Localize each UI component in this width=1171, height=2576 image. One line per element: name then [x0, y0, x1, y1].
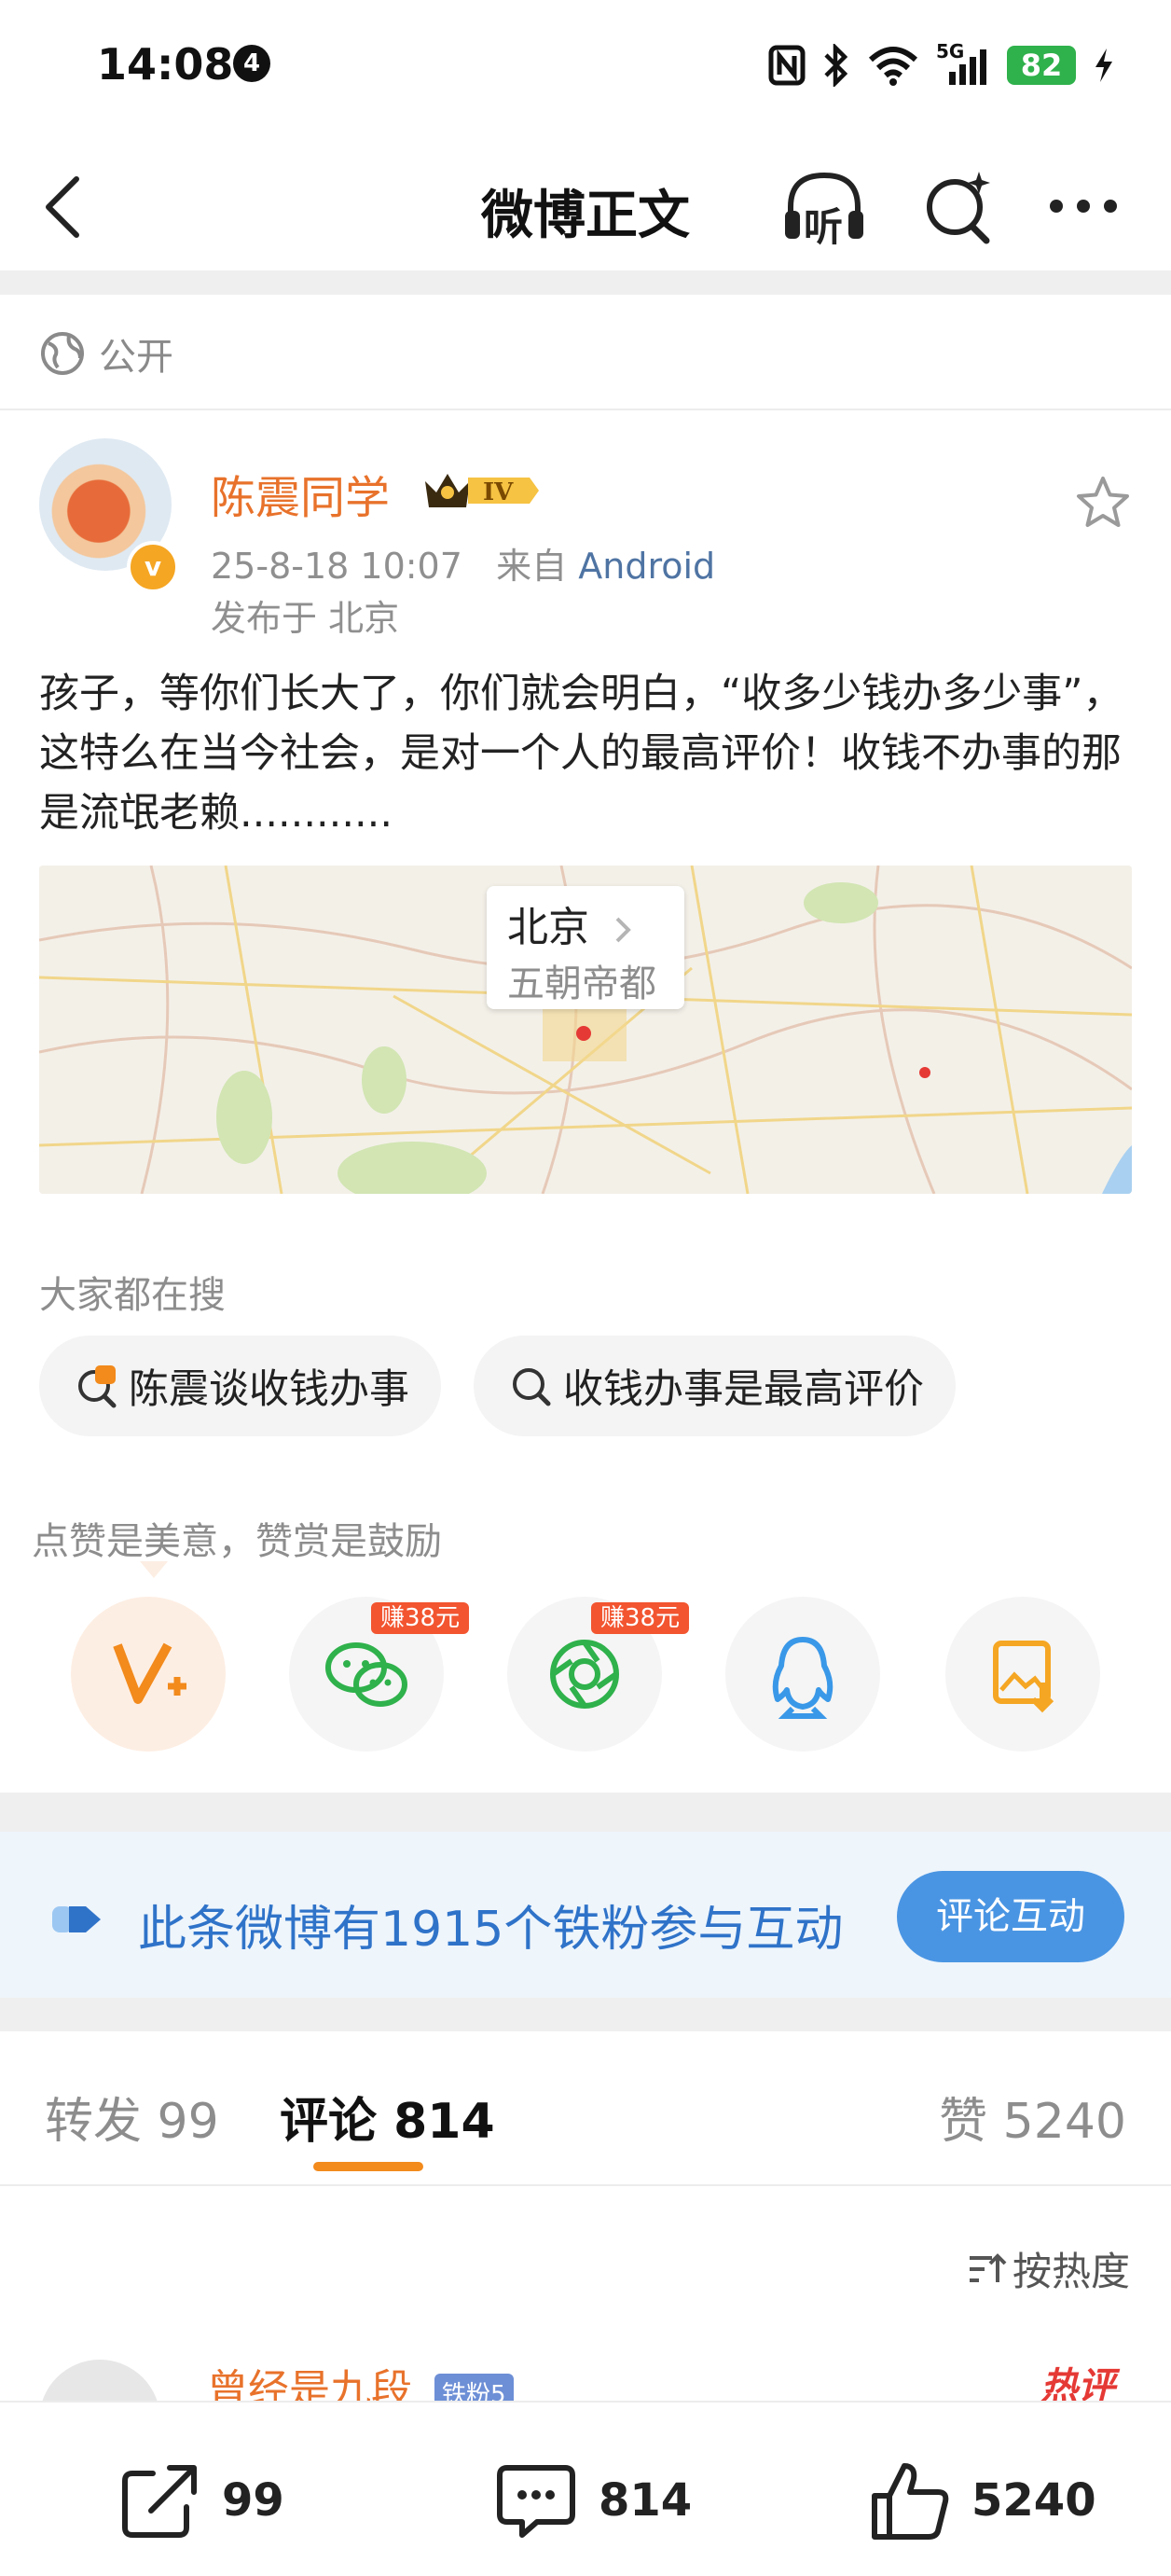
pointer-triangle: [140, 1561, 168, 1578]
hot-search-label: 大家都在搜: [39, 1274, 226, 1317]
fans-banner-text: 此条微博有1915个铁粉参与互动: [138, 1902, 844, 1958]
play-arrow-icon: [52, 1906, 101, 1932]
search-chip-1[interactable]: 陈震谈收钱办事: [39, 1336, 441, 1436]
sort-icon: [969, 2252, 1007, 2282]
comment-bubble-icon: [497, 2465, 575, 2538]
section-divider: [0, 1793, 1171, 1832]
author-name[interactable]: 陈震同学: [211, 461, 390, 526]
reward-button[interactable]: [71, 1597, 226, 1752]
search-chip-2-label: 收钱办事是最高评价: [563, 1366, 924, 1413]
save-image-icon: [993, 1641, 1054, 1713]
verified-badge: v: [127, 541, 179, 593]
map-city[interactable]: 北京: [507, 893, 634, 953]
tab-comment-label: 评论: [280, 2094, 378, 2150]
v-plus-reward-icon: [113, 1642, 186, 1704]
post-meta: 25-8-18 10:07 来自 Android: [211, 537, 715, 589]
comment-button[interactable]: 814: [494, 2458, 692, 2542]
sort-label: 按热度: [1012, 2249, 1130, 2294]
qq-icon: [772, 1637, 833, 1719]
like-count: 5240: [971, 2474, 1096, 2527]
tab-repost-label: 转发: [45, 2094, 143, 2150]
bluetooth-icon: [824, 44, 848, 87]
map-city-name: 北京: [507, 904, 589, 951]
status-time: 14:08: [97, 39, 234, 90]
post-source[interactable]: Android: [578, 546, 715, 587]
moments-earn-badge: 赚38元: [591, 1602, 690, 1634]
divider: [0, 2184, 1171, 2186]
charging-icon: [1095, 48, 1112, 82]
section-divider: [0, 270, 1171, 295]
search-chip-1-label: 陈震谈收钱办事: [129, 1366, 409, 1413]
page-title: 微博正文: [481, 186, 690, 246]
post-text: 孩子，等你们长大了，你们就会明白，“收多少钱办多少事”，这特么在当今社会，是对一…: [39, 671, 1123, 837]
status-icons: 5G 82: [768, 37, 1115, 93]
repost-count: 99: [222, 2474, 284, 2527]
hot-search-icon: [78, 1365, 117, 1408]
post-time: 25-8-18 10:07: [211, 546, 462, 587]
tab-comment-count: 814: [393, 2094, 495, 2150]
visibility-label: 公开: [99, 336, 173, 379]
save-image-button[interactable]: [945, 1597, 1100, 1752]
tab-like-label: 赞: [939, 2094, 988, 2150]
status-bar: 14:08 4 5G 82: [0, 0, 1171, 131]
active-tab-indicator: [313, 2162, 423, 2171]
signal-5g-icon: 5G: [936, 40, 990, 87]
chevron-right-icon: [615, 917, 631, 943]
tab-comment[interactable]: 评论 814: [280, 2082, 495, 2152]
reward-prompt: 点赞是美意，赞赏是鼓励: [32, 1520, 442, 1563]
share-qq-button[interactable]: [725, 1597, 880, 1752]
share-arrow-icon: [122, 2465, 197, 2538]
divider: [0, 409, 1171, 410]
source-prefix: 来自: [496, 546, 568, 587]
level-badge-text: IV: [483, 478, 514, 506]
section-divider: [0, 1998, 1171, 2031]
tab-like[interactable]: 赞 5240: [939, 2082, 1126, 2152]
map-subtitle: 五朝帝都: [507, 963, 656, 1005]
globe-icon: [41, 332, 84, 375]
comment-count: 814: [599, 2474, 693, 2527]
nfc-icon: [768, 45, 806, 86]
network-type: 5G: [936, 40, 965, 62]
tab-like-count: 5240: [1002, 2094, 1126, 2150]
favorite-star-icon[interactable]: [1074, 474, 1132, 532]
thumbs-up-icon: [872, 2463, 949, 2540]
comment-interact-button[interactable]: 评论互动: [897, 1871, 1124, 1962]
like-button[interactable]: 5240: [867, 2458, 1096, 2542]
repost-button[interactable]: 99: [117, 2458, 284, 2542]
tab-repost[interactable]: 转发 99: [45, 2082, 219, 2152]
battery-level: 82: [1007, 46, 1076, 85]
notification-count-badge: 4: [233, 45, 270, 82]
tab-repost-count: 99: [157, 2094, 219, 2150]
wechat-earn-badge: 赚38元: [371, 1602, 470, 1634]
wifi-icon: [868, 47, 918, 86]
search-chip-2[interactable]: 收钱办事是最高评价: [474, 1336, 956, 1436]
visibility-indicator: 公开: [39, 326, 173, 381]
vip-crown-badge: IV: [425, 474, 539, 507]
post-location: 发布于 北京: [211, 598, 400, 639]
sort-toggle[interactable]: 按热度: [966, 2240, 1130, 2297]
search-icon: [513, 1368, 551, 1406]
